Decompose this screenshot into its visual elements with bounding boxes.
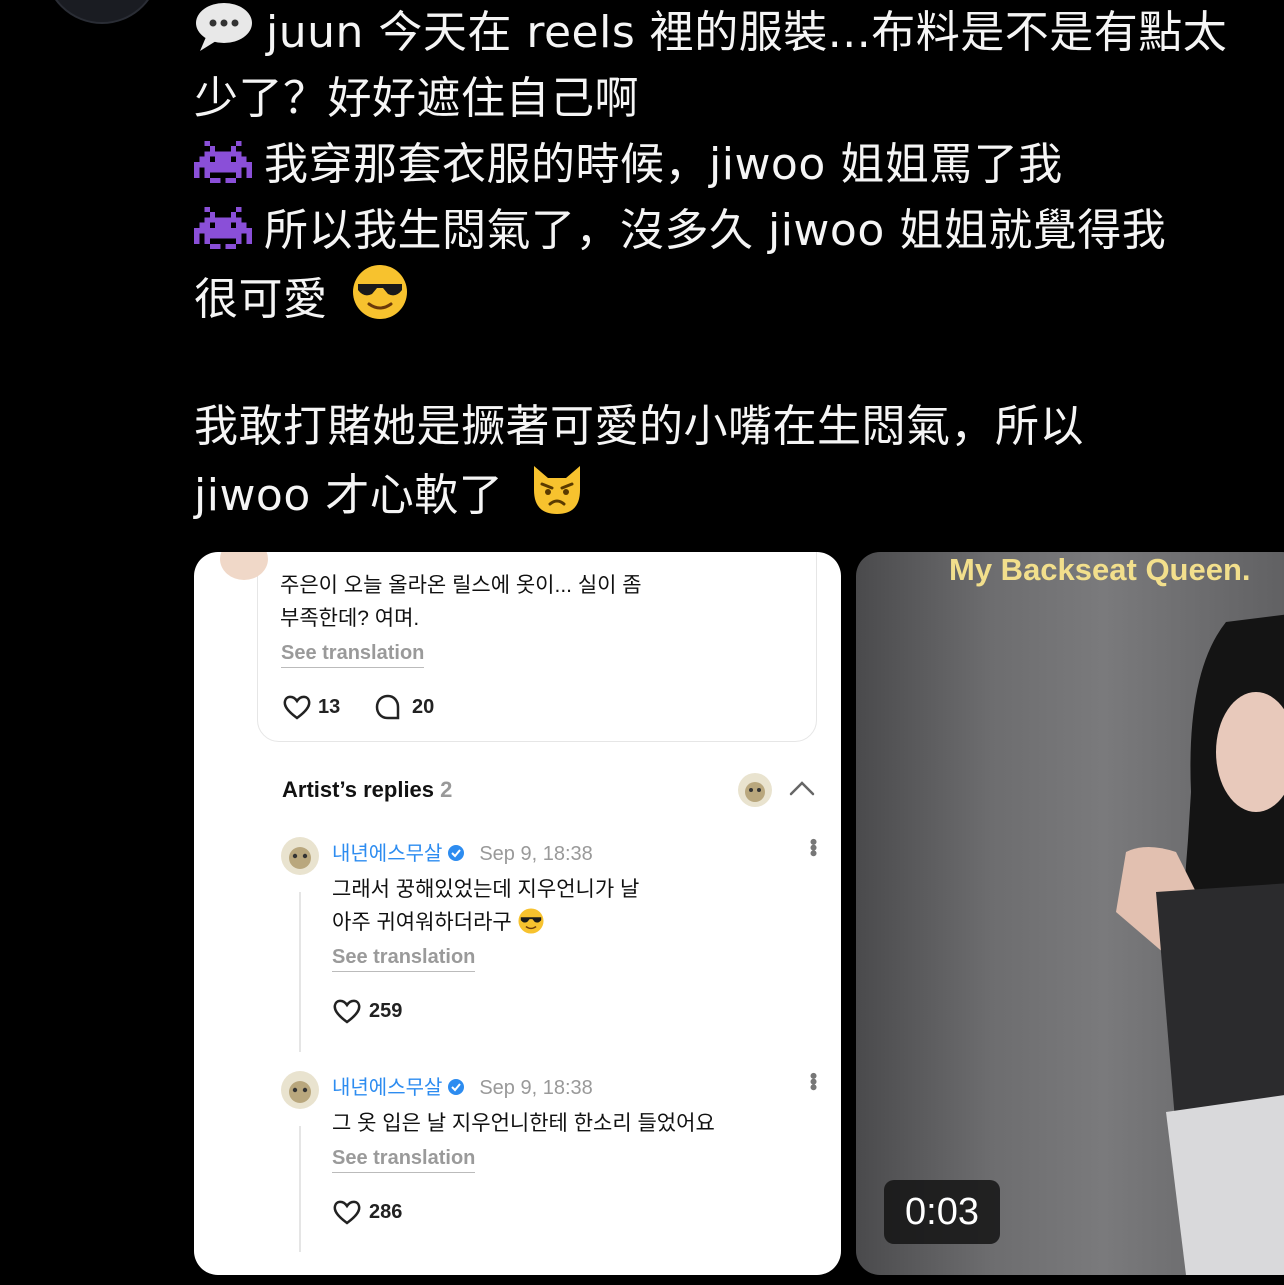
- reply-1-time: Sep 9, 18:38: [479, 843, 593, 865]
- reply-2-like-count: 286: [369, 1201, 403, 1223]
- reply-1-see-translation[interactable]: See translation: [332, 946, 476, 972]
- original-comment-line-1: 주은이 오늘 올라온 릴스에 옷이... 실이 좀: [280, 574, 642, 597]
- artist-replies-count: 2: [440, 777, 453, 802]
- reply-2-time: Sep 9, 18:38: [479, 1077, 593, 1099]
- video-frame-image: [1116, 614, 1284, 1275]
- reply-1-name[interactable]: 내년에스무살: [332, 843, 442, 865]
- video-thumbnail[interactable]: My Backseat Queen. 0:03: [856, 552, 1284, 1275]
- heart-icon[interactable]: [332, 1198, 362, 1226]
- post-line-4: 所以我生悶氣了，沒多久 jiwoo 姐姐就覺得我: [264, 205, 1167, 256]
- reply-bubble-icon[interactable]: [374, 693, 402, 721]
- heart-icon[interactable]: [332, 997, 362, 1025]
- verified-badge-icon: [447, 845, 465, 864]
- reply-1-line-1: 그래서 꿍해있었는데 지우언니가 날: [332, 878, 640, 901]
- heart-icon[interactable]: [282, 693, 312, 721]
- reply-1-like-count: 259: [369, 1000, 403, 1022]
- reply-2-name[interactable]: 내년에스무살: [332, 1077, 442, 1099]
- reply-2-header: 내년에스무살 Sep 9, 18:38: [332, 1071, 593, 1100]
- post-line-3: 我穿那套衣服的時候，jiwoo 姐姐罵了我: [264, 139, 1063, 190]
- post-line-5: 很可愛: [194, 274, 328, 325]
- original-like-count: 13: [318, 696, 341, 718]
- pouting-cat-icon: [528, 460, 586, 535]
- reply-1-avatar[interactable]: [280, 836, 320, 876]
- more-options-icon[interactable]: •••: [800, 838, 826, 855]
- post-text: juun 今天在 reels 裡的服裝...布料是不是有點太 少了？好好遮住自己…: [194, 0, 1274, 526]
- more-options-icon[interactable]: •••: [800, 1072, 826, 1089]
- sunglasses-face-icon: [518, 908, 544, 934]
- original-reply-count: 20: [412, 696, 435, 718]
- reply-1-line-2: 아주 귀여워하더라구: [332, 911, 512, 934]
- reply-2-see-translation[interactable]: See translation: [332, 1147, 476, 1173]
- alien-monster-icon: [194, 204, 252, 270]
- artist-replies-title: Artist’s replies: [282, 777, 435, 802]
- alien-monster-icon: [194, 138, 252, 204]
- reply-2-avatar[interactable]: [280, 1070, 320, 1110]
- original-comment-line-2: 부족한데? 여며.: [280, 607, 420, 630]
- thread-line: [299, 1126, 301, 1252]
- screenshot-card[interactable]: 주은이 오늘 올라온 릴스에 옷이... 실이 좀 부족한데? 여며. See …: [194, 552, 841, 1275]
- artist-avatar-icon: [737, 772, 773, 808]
- see-translation-link[interactable]: See translation: [281, 642, 425, 668]
- video-caption: My Backseat Queen.: [949, 552, 1251, 587]
- reply-1-line-2-wrap: 아주 귀여워하더라구: [332, 906, 544, 936]
- post-line-2: 少了？好好遮住自己啊: [194, 73, 639, 124]
- thread-line: [299, 892, 301, 1052]
- reply-1-header: 내년에스무살 Sep 9, 18:38: [332, 837, 593, 866]
- artist-replies-header[interactable]: Artist’s replies 2: [282, 777, 452, 803]
- poster-avatar[interactable]: [44, 0, 160, 24]
- post-line-6: 我敢打賭她是撅著可愛的小嘴在生悶氣，所以: [194, 401, 1084, 452]
- sunglasses-face-icon: [352, 264, 408, 339]
- speech-bubble-icon: [194, 1, 254, 72]
- video-timer: 0:03: [884, 1180, 1000, 1244]
- verified-badge-icon: [447, 1079, 465, 1098]
- reply-2-line-1: 그 옷 입은 날 지우언니한테 한소리 들었어요: [332, 1112, 715, 1135]
- chevron-up-icon[interactable]: [788, 778, 816, 798]
- post-line-1: juun 今天在 reels 裡的服裝...布料是不是有點太: [266, 7, 1228, 58]
- post-line-7: jiwoo 才心軟了: [194, 470, 504, 521]
